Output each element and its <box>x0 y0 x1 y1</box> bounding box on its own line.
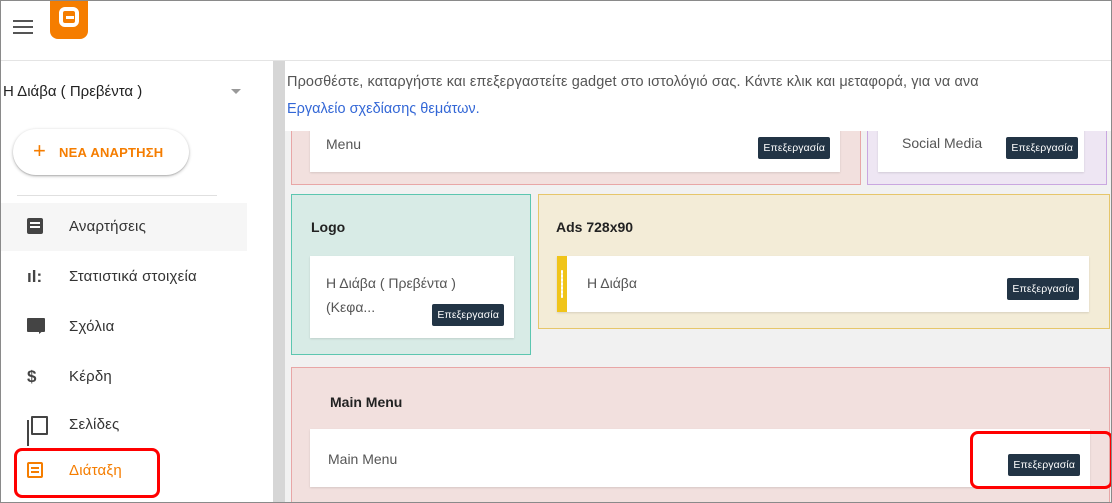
highlight-layout-callout <box>14 448 160 498</box>
blog-selector[interactable]: Η Διάβα ( Πρεβέντα ) <box>1 79 251 107</box>
theme-designer-link[interactable]: Εργαλείο σχεδίασης θεμάτων. <box>287 101 480 117</box>
sidebar-item-label: Αναρτήσεις <box>69 218 146 235</box>
sidebar-item-label: Κέρδη <box>69 368 112 385</box>
pages-icon <box>27 416 48 435</box>
sidebar-item-posts[interactable]: Αναρτήσεις <box>1 203 247 251</box>
edit-button[interactable]: Επεξεργασία <box>432 304 504 326</box>
gadget-name: Menu <box>326 136 362 152</box>
ads-section: Ads 728x90 Η Διάβα Επεξεργασία <box>538 194 1110 329</box>
sidebar-divider <box>17 195 217 196</box>
gadget-name: Η Διάβα <box>587 275 637 291</box>
posts-icon <box>27 218 45 236</box>
blogger-window: Η Διάβα ( Πρεβέντα ) + ΝΕΑ ΑΝΑΡΤΗΣΗ Αναρ… <box>0 0 1112 503</box>
section-title: Logo <box>311 219 346 235</box>
sidebar-item-label: Στατιστικά στοιχεία <box>69 268 197 285</box>
plus-icon: + <box>33 138 46 163</box>
section-title: Main Menu <box>330 394 403 410</box>
section-title: Ads 728x90 <box>556 219 634 235</box>
top-bar <box>1 1 1111 61</box>
chevron-down-icon <box>231 89 241 94</box>
new-post-label: ΝΕΑ ΑΝΑΡΤΗΣΗ <box>59 145 164 160</box>
blogger-logo-icon[interactable] <box>50 1 88 39</box>
stats-icon: ıl: <box>27 267 43 286</box>
highlight-edit-callout <box>970 431 1111 489</box>
blog-name: Η Διάβα ( Πρεβέντα ) <box>3 83 143 100</box>
gadget-name-cont: (Κεφα... <box>326 299 376 315</box>
edit-button[interactable]: Επεξεργασία <box>1007 278 1079 300</box>
gadget-name: Main Menu <box>328 451 398 467</box>
sidebar-item-label: Σελίδες <box>69 416 120 433</box>
sidebar-item-label: Σχόλια <box>69 318 115 335</box>
edit-button[interactable]: Επεξεργασία <box>1006 137 1078 159</box>
hamburger-menu-icon[interactable] <box>13 20 33 36</box>
social-media-gadget[interactable]: Social Media Επεξεργασία <box>878 124 1084 172</box>
info-text: Προσθέστε, καταργήστε και επεξεργαστείτε… <box>287 74 979 90</box>
edit-button[interactable]: Επεξεργασία <box>758 137 830 159</box>
info-bar: Προσθέστε, καταργήστε και επεξεργαστείτε… <box>285 61 1111 131</box>
new-post-button[interactable]: + ΝΕΑ ΑΝΑΡΤΗΣΗ <box>13 129 189 175</box>
comments-icon <box>27 318 45 336</box>
sidebar-scrollbar[interactable] <box>273 61 285 502</box>
gadget-name: Η Διάβα ( Πρεβέντα ) <box>326 275 456 291</box>
sidebar: Η Διάβα ( Πρεβέντα ) + ΝΕΑ ΑΝΑΡΤΗΣΗ Αναρ… <box>1 61 271 502</box>
sidebar-item-pages[interactable]: Σελίδες <box>1 401 247 449</box>
ads-gadget[interactable]: Η Διάβα Επεξεργασία <box>557 256 1089 312</box>
logo-gadget[interactable]: Η Διάβα ( Πρεβέντα ) (Κεφα... Επεξεργασί… <box>310 256 514 338</box>
earnings-icon: $ <box>27 367 37 386</box>
sidebar-item-earnings[interactable]: $ Κέρδη <box>1 353 247 401</box>
menu-gadget[interactable]: Menu Επεξεργασία <box>310 124 840 172</box>
sidebar-item-stats[interactable]: ıl: Στατιστικά στοιχεία <box>1 253 247 301</box>
sidebar-item-comments[interactable]: Σχόλια <box>1 303 247 351</box>
logo-section: Logo Η Διάβα ( Πρεβέντα ) (Κεφα... Επεξε… <box>291 194 531 355</box>
gadget-name: Social Media <box>902 135 983 151</box>
drag-handle[interactable] <box>557 256 567 312</box>
